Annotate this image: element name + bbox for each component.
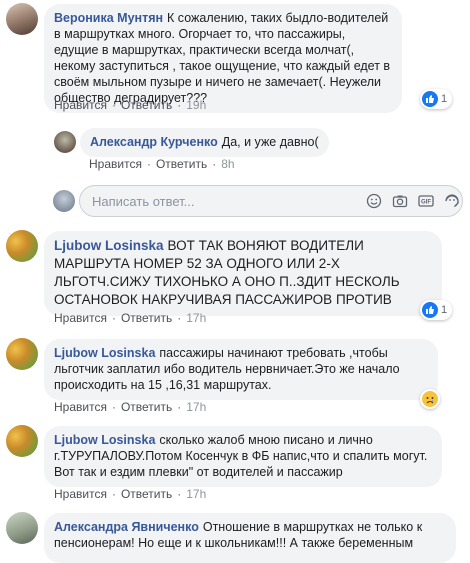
- emoji-icon[interactable]: [366, 193, 382, 209]
- avatar[interactable]: [6, 512, 38, 544]
- comment-author[interactable]: Ljubow Losinska: [54, 238, 164, 253]
- svg-text:GIF: GIF: [421, 200, 431, 206]
- like-reaction-icon: [422, 302, 438, 318]
- reaction-count[interactable]: 1: [420, 300, 453, 320]
- reaction-count-value: 1: [441, 304, 448, 316]
- gif-icon[interactable]: GIF: [418, 193, 434, 209]
- comment-bubble: Ljubow Losinska пассажиры начинают требов…: [44, 339, 438, 400]
- reply-input-box[interactable]: GIF: [79, 185, 463, 217]
- comment-author[interactable]: Ljubow Losinska: [54, 433, 155, 447]
- comment-time[interactable]: 17h: [186, 311, 206, 325]
- avatar[interactable]: [6, 3, 38, 35]
- like-link[interactable]: Нравится: [89, 157, 142, 171]
- like-link[interactable]: Нравится: [54, 98, 107, 112]
- like-link[interactable]: Нравится: [54, 487, 107, 501]
- comment-time[interactable]: 19h: [186, 98, 206, 112]
- comment-actions: Нравится · Ответить · 17h: [54, 400, 207, 414]
- current-user-avatar: [53, 190, 75, 212]
- avatar[interactable]: [6, 338, 38, 370]
- avatar[interactable]: [6, 230, 38, 262]
- reaction-count[interactable]: [420, 389, 440, 409]
- comment-bubble: Ljubow Losinska сколько жалоб мною писано…: [44, 426, 442, 487]
- comment-time[interactable]: 17h: [186, 487, 206, 501]
- sticker-icon[interactable]: [444, 193, 460, 209]
- avatar[interactable]: [54, 131, 76, 153]
- comment-actions: Нравится · Ответить · 17h: [54, 487, 207, 501]
- comment-actions: Нравится · Ответить · 8h: [89, 157, 235, 171]
- avatar[interactable]: [6, 425, 38, 457]
- sad-reaction-icon: [422, 391, 438, 407]
- comment-bubble: Александр Курченко Да, и уже давно(: [80, 128, 329, 157]
- comment-actions: Нравится · Ответить · 19h: [54, 98, 207, 112]
- reaction-count-value: 1: [441, 93, 448, 105]
- reply-link[interactable]: Ответить: [121, 487, 172, 501]
- comment-time[interactable]: 17h: [186, 400, 206, 414]
- like-link[interactable]: Нравится: [54, 311, 107, 325]
- like-reaction-icon: [422, 91, 438, 107]
- comment-actions: Нравится · Ответить · 17h: [54, 311, 207, 325]
- reply-link[interactable]: Ответить: [121, 400, 172, 414]
- comment-author[interactable]: Ljubow Losinska: [54, 346, 155, 360]
- reaction-count[interactable]: 1: [420, 89, 453, 109]
- like-link[interactable]: Нравится: [54, 400, 107, 414]
- comment-author[interactable]: Александр Курченко: [90, 135, 218, 149]
- comment-text: Да, и уже давно(: [221, 135, 319, 149]
- comment-bubble: Александра Явниченко Отношение в маршрутк…: [44, 513, 456, 563]
- comment-text: К сожалению, таких быдло-водителей в мар…: [54, 11, 391, 105]
- comment-bubble: Ljubow Losinska ВОТ ТАК ВОНЯЮТ ВОДИТЕЛИ М…: [44, 231, 442, 316]
- comment-author[interactable]: Вероника Мунтян: [54, 11, 163, 25]
- reply-input[interactable]: [90, 193, 314, 210]
- reply-link[interactable]: Ответить: [121, 98, 172, 112]
- camera-icon[interactable]: [392, 193, 408, 209]
- reply-link[interactable]: Ответить: [121, 311, 172, 325]
- comment-time[interactable]: 8h: [221, 157, 234, 171]
- comment-author[interactable]: Александра Явниченко: [54, 520, 199, 534]
- comment-bubble: Вероника Мунтян К сожалению, таких быдло-…: [44, 4, 402, 113]
- reply-link[interactable]: Ответить: [156, 157, 207, 171]
